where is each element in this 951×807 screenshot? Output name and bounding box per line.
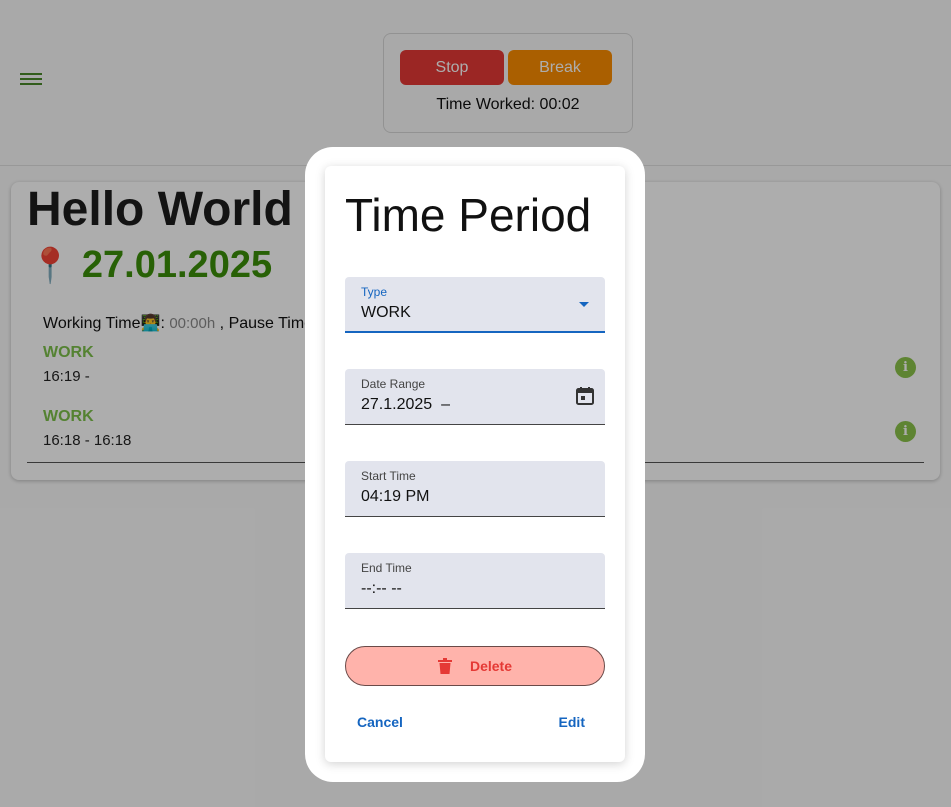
end-time-label: End Time [361,561,412,575]
dialog-title: Time Period [345,189,592,241]
time-period-dialog: Time Period Type WORK Date Range 27.1.20… [325,166,625,762]
type-select[interactable]: Type WORK [345,277,605,333]
delete-label: Delete [469,658,513,674]
date-range-field[interactable]: Date Range 27.1.2025 – [345,369,605,425]
start-time-field[interactable]: Start Time 04:19 PM [345,461,605,517]
type-value: WORK [361,304,411,321]
date-range-label: Date Range [361,377,426,391]
delete-button[interactable]: Delete [345,646,605,686]
end-time-value: --:-- -- [361,580,402,597]
type-label: Type [361,285,388,299]
trash-icon [437,658,452,674]
dropdown-arrow-icon[interactable] [579,302,589,307]
start-time-value: 04:19 PM [361,488,430,505]
start-time-label: Start Time [361,469,416,483]
dialog-frame: Time Period Type WORK Date Range 27.1.20… [305,147,645,782]
date-range-value: 27.1.2025 – [361,396,450,413]
edit-button[interactable]: Edit [559,714,585,730]
calendar-icon[interactable] [575,386,595,406]
end-time-field[interactable]: End Time --:-- -- [345,553,605,609]
cancel-button[interactable]: Cancel [357,714,403,730]
